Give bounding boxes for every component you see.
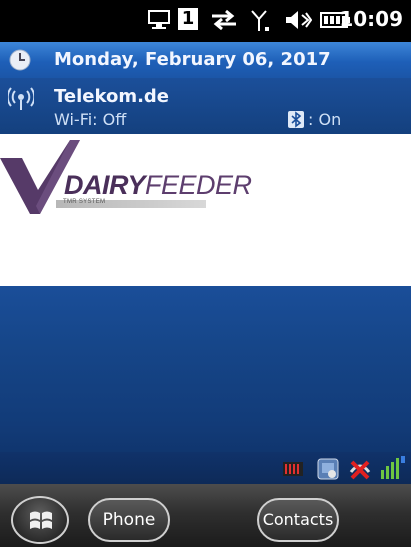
phone-softkey[interactable]: Phone xyxy=(88,498,170,542)
keyboard-icon[interactable] xyxy=(283,462,303,476)
clock[interactable]: 10:09 xyxy=(339,7,403,31)
notification-badge[interactable]: 1 xyxy=(178,8,198,30)
today-date-row[interactable]: Monday, February 06, 2017 xyxy=(0,42,411,78)
sync-icon[interactable] xyxy=(210,9,238,31)
bluetooth-icon xyxy=(288,111,304,128)
app-icon[interactable] xyxy=(317,458,339,480)
bluetooth-status: : On xyxy=(288,110,341,129)
speaker-muted-icon[interactable] xyxy=(284,9,312,31)
today-carrier-row[interactable]: Telekom.de Wi-Fi: Off : On xyxy=(0,78,411,134)
bluetooth-status-text: : On xyxy=(308,110,342,129)
logo-word-feeder: FEEDER xyxy=(145,170,252,200)
signal-antenna-icon[interactable] xyxy=(250,9,272,33)
notification-tray xyxy=(0,452,411,484)
start-button[interactable] xyxy=(11,496,69,544)
connectivity-icon[interactable] xyxy=(146,9,172,31)
dairyfeeder-logo-area[interactable]: DAIRYFEEDER TMR SYSTEM xyxy=(0,134,411,286)
status-bar: 1 10:09 xyxy=(0,0,411,38)
logo-wordmark: DAIRYFEEDER xyxy=(64,170,252,201)
no-connection-icon[interactable] xyxy=(348,458,372,480)
wifi-status: Wi-Fi: Off xyxy=(54,110,127,129)
logo-word-dairy: DAIRY xyxy=(64,170,146,200)
logo-subtitle: TMR SYSTEM xyxy=(63,199,106,205)
signal-bars-icon[interactable] xyxy=(380,456,406,480)
clock-icon xyxy=(9,49,31,71)
windows-flag-icon xyxy=(30,511,52,529)
date-label: Monday, February 06, 2017 xyxy=(54,49,331,70)
wireless-icon xyxy=(8,87,34,110)
carrier-label: Telekom.de xyxy=(54,86,170,107)
contacts-softkey[interactable]: Contacts xyxy=(257,498,339,542)
